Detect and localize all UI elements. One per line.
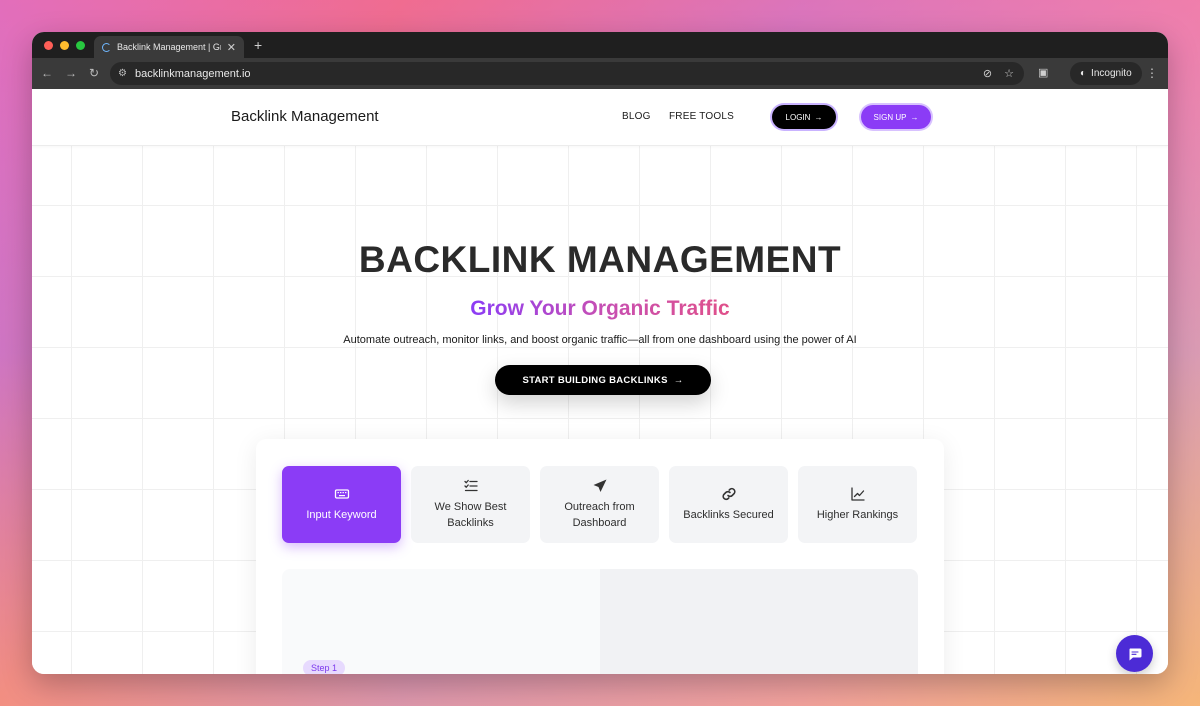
steps-tabs: Input Keyword We Show Best Backlinks Out… [282,466,917,543]
start-building-button[interactable]: START BUILDING BACKLINKS → [495,365,711,395]
step-tab-backlinks-secured[interactable]: Backlinks Secured [669,466,788,543]
nav-link-blog[interactable]: BLOG [622,111,651,122]
eye-off-icon[interactable]: ⊘ [983,67,992,80]
incognito-icon: ◐ [1080,68,1087,79]
chart-line-icon [850,487,865,501]
step-tab-higher-rankings[interactable]: Higher Rankings [798,466,917,543]
link-icon [721,487,736,500]
nav-link-free-tools[interactable]: FREE TOOLS [669,111,734,122]
arrow-right-icon: → [673,374,684,386]
cta-label: START BUILDING BACKLINKS [522,374,668,386]
step-label: Input Keyword [306,508,377,521]
keyboard-icon [334,489,349,499]
tab-title: Backlink Management | Grow [117,42,221,52]
step-label: Higher Rankings [816,508,899,521]
steps-card: Input Keyword We Show Best Backlinks Out… [256,439,944,674]
menu-kebab-icon[interactable]: ⋮ [1146,66,1158,80]
list-check-icon [463,479,478,492]
signup-label: SIGN UP [873,112,907,122]
close-tab-icon[interactable]: ✕ [227,41,236,54]
back-icon[interactable]: ← [41,66,53,80]
browser-tab[interactable]: Backlink Management | Grow ✕ [94,36,244,58]
send-icon [593,479,606,493]
hero-title: BACKLINK MANAGEMENT [358,239,842,280]
hero-subtitle-text: Grow Your Organic Traffic [470,297,730,320]
login-button[interactable]: LOGIN → [772,105,836,129]
preview-left: Step 1 [282,569,600,674]
page-content: Backlink Management BLOG FREE TOOLS LOGI… [32,89,1168,674]
close-window-button[interactable] [44,41,53,50]
bookmark-star-icon[interactable]: ☆ [1004,67,1014,80]
address-bar: ← → ↻ ⚙ backlinkmanagement.io ⊘ ☆ ▣ ◐ In… [32,58,1168,89]
minimize-window-button[interactable] [60,41,69,50]
arrow-right-icon: → [814,112,823,122]
step-label: Backlinks Secured [683,508,774,521]
chat-widget-button[interactable] [1116,635,1153,672]
arrow-right-icon: → [910,112,919,122]
forward-icon[interactable]: → [65,66,77,80]
incognito-label: Incognito [1091,68,1132,79]
hero-description: Automate outreach, monitor links, and bo… [343,334,857,346]
step-badge: Step 1 [303,660,346,674]
incognito-badge[interactable]: ◐ Incognito [1070,62,1142,85]
reload-icon[interactable]: ↻ [89,66,99,80]
new-tab-icon[interactable]: + [254,37,262,53]
hero-subtitle: Grow Your Organic Traffic [32,297,1168,321]
step-preview-panel: Step 1 [282,569,918,674]
tab-bar: Backlink Management | Grow ✕ + [32,32,1168,58]
step-tab-input-keyword[interactable]: Input Keyword [282,466,401,543]
window-controls [44,41,85,50]
chat-bubble-icon [1128,648,1141,660]
site-logo[interactable]: Backlink Management [231,108,379,125]
site-info-icon[interactable]: ⚙ [118,68,127,79]
reading-mode-icon[interactable]: ▣ [1038,66,1048,79]
signup-button[interactable]: SIGN UP → [861,105,931,129]
login-label: LOGIN [785,112,811,122]
step-label: Outreach from Dashboard [564,501,635,529]
maximize-window-button[interactable] [76,41,85,50]
favicon-icon [102,42,111,52]
url-text: backlinkmanagement.io [134,67,251,80]
preview-right [600,569,918,674]
step-label: We Show Best Backlinks [434,501,507,529]
omnibox[interactable]: ⚙ backlinkmanagement.io ⊘ ☆ [110,62,1024,85]
step-tab-best-backlinks[interactable]: We Show Best Backlinks [411,466,530,543]
site-header: Backlink Management BLOG FREE TOOLS LOGI… [32,89,1168,146]
browser-window: Backlink Management | Grow ✕ + ← → ↻ ⚙ b… [32,32,1168,674]
step-tab-outreach[interactable]: Outreach from Dashboard [540,466,659,543]
